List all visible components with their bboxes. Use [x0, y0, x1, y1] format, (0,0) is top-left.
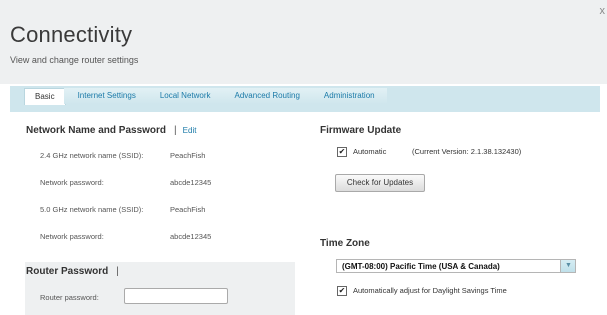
close-icon[interactable]: x [600, 6, 606, 17]
network-separator: | [174, 125, 177, 136]
dropdown-arrow[interactable]: ▼ [560, 260, 575, 272]
network-section-label: Network Name and Password [26, 125, 167, 136]
password-50-label: Network password: [40, 232, 104, 241]
timezone-selected-value: (GMT-08:00) Pacific Time (USA & Canada) [342, 262, 500, 271]
firmware-section-title: Firmware Update [320, 125, 402, 136]
tab-administration[interactable]: Administration [309, 88, 387, 104]
current-version-text: (Current Version: 2.1.38.132430) [412, 147, 522, 156]
timezone-select[interactable]: (GMT-08:00) Pacific Time (USA & Canada) … [336, 259, 576, 273]
tab-list: Basic Internet Settings Local Network Ad… [24, 88, 387, 105]
ssid-50-label: 5.0 GHz network name (SSID): [40, 205, 144, 214]
tab-bar: Basic Internet Settings Local Network Ad… [10, 86, 600, 112]
password-24-label: Network password: [40, 178, 104, 187]
network-section-title: Network Name and Password | Edit [26, 125, 196, 136]
check-for-updates-button[interactable]: Check for Updates [335, 174, 425, 192]
password-50-value: abcde12345 [170, 232, 212, 241]
router-password-title: Router Password | [26, 266, 125, 277]
ssid-50-value: PeachFish [170, 205, 206, 214]
ssid-24-value: PeachFish [170, 151, 206, 160]
page-title: Connectivity [10, 22, 133, 47]
edit-link[interactable]: Edit [183, 126, 197, 135]
password-24-value: abcde12345 [170, 178, 212, 187]
chevron-down-icon: ▼ [565, 262, 572, 269]
dst-checkbox[interactable]: ✔ [337, 286, 347, 296]
page-subtitle: View and change router settings [10, 55, 139, 65]
dst-label: Automatically adjust for Daylight Saving… [353, 286, 507, 295]
tab-internet-settings[interactable]: Internet Settings [63, 88, 148, 104]
tab-local-network[interactable]: Local Network [145, 88, 223, 104]
router-password-label: Router Password [26, 266, 109, 277]
tab-advanced-routing[interactable]: Advanced Routing [220, 88, 312, 104]
router-password-separator: | [116, 266, 119, 277]
automatic-label: Automatic [353, 147, 387, 156]
automatic-checkbox[interactable]: ✔ [337, 147, 347, 157]
timezone-section-title: Time Zone [320, 238, 370, 249]
router-password-input[interactable] [124, 288, 228, 304]
ssid-24-label: 2.4 GHz network name (SSID): [40, 151, 144, 160]
page-header: x Connectivity View and change router se… [0, 0, 607, 84]
tab-basic[interactable]: Basic [24, 88, 66, 105]
router-password-field-label: Router password: [40, 293, 99, 302]
